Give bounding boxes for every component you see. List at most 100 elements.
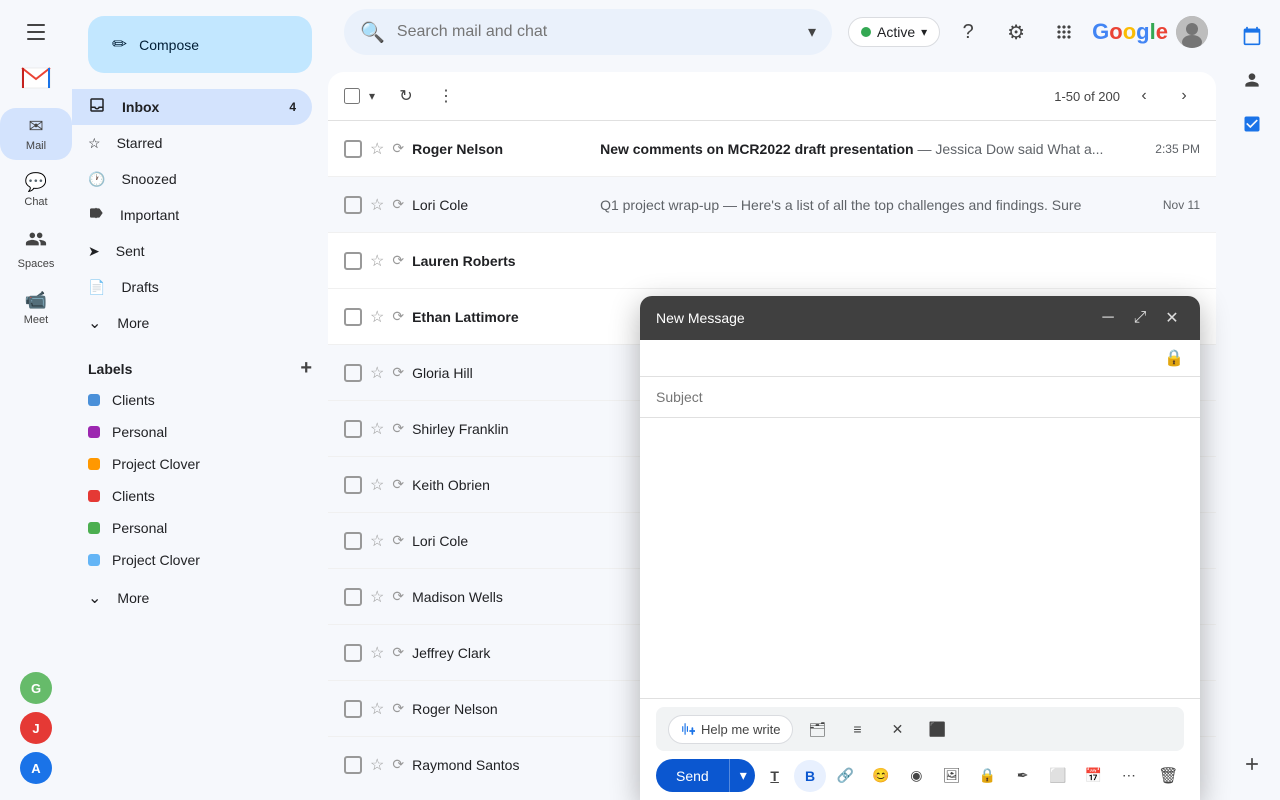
help-me-write-button[interactable]: Help me write [668, 715, 793, 744]
image-button[interactable]: 🖼 [936, 760, 967, 792]
compose-ai-discard-button[interactable]: ✕ [881, 713, 913, 745]
row-checkbox[interactable] [344, 196, 362, 214]
snooze-icon[interactable]: ⟳ [392, 364, 404, 381]
snooze-icon[interactable]: ⟳ [392, 420, 404, 437]
add-label-button[interactable]: + [300, 357, 312, 380]
star-icon[interactable]: ☆ [370, 699, 384, 719]
search-dropdown-icon[interactable]: ▾ [808, 22, 816, 42]
nav-item-starred[interactable]: ☆ Starred [72, 125, 312, 161]
row-checkbox[interactable] [344, 700, 362, 718]
row-checkbox[interactable] [344, 308, 362, 326]
row-checkbox[interactable] [344, 588, 362, 606]
snooze-icon[interactable]: ⟳ [392, 644, 404, 661]
table-row[interactable]: ☆ ⟳ Lauren Roberts [328, 233, 1216, 289]
row-checkbox[interactable] [344, 644, 362, 662]
snooze-icon[interactable]: ⟳ [392, 140, 404, 157]
table-row[interactable]: ☆ ⟳ Lori Cole Q1 project wrap-up — Here'… [328, 177, 1216, 233]
row-checkbox[interactable] [344, 252, 362, 270]
nav-item-important[interactable]: Important [72, 197, 312, 233]
star-icon[interactable]: ☆ [370, 251, 384, 271]
settings-button[interactable]: ⚙ [996, 12, 1036, 52]
send-button[interactable]: Send [656, 760, 729, 792]
compose-button[interactable]: ✏ Compose [88, 16, 312, 73]
help-button[interactable]: ? [948, 12, 988, 52]
nav-item-labels-more[interactable]: ⌄ More [72, 580, 312, 616]
snooze-icon[interactable]: ⟳ [392, 252, 404, 269]
label-item-clients2[interactable]: Clients [72, 480, 312, 512]
signature-button[interactable]: ✒ [1007, 760, 1038, 792]
contacts-button[interactable] [1232, 60, 1272, 100]
row-checkbox[interactable] [344, 756, 362, 774]
drive-button[interactable]: ◉ [901, 760, 932, 792]
delete-compose-button[interactable]: 🗑 [1153, 760, 1184, 792]
row-checkbox[interactable] [344, 532, 362, 550]
user-avatar-2[interactable]: J [20, 712, 52, 744]
nav-item-more[interactable]: ⌄ More [72, 305, 312, 341]
nav-item-sent[interactable]: ➤ Sent [72, 233, 312, 269]
user-avatar-3[interactable]: A [20, 752, 52, 784]
snooze-icon[interactable]: ⟳ [392, 588, 404, 605]
nav-item-drafts[interactable]: 📄 Drafts [72, 269, 312, 305]
star-icon[interactable]: ☆ [370, 419, 384, 439]
bold-button[interactable]: B [794, 760, 825, 792]
search-input[interactable] [397, 23, 796, 41]
star-icon[interactable]: ☆ [370, 307, 384, 327]
star-icon[interactable]: ☆ [370, 643, 384, 663]
label-item-project-clover1[interactable]: Project Clover [72, 448, 312, 480]
snooze-icon[interactable]: ⟳ [392, 756, 404, 773]
snooze-icon[interactable]: ⟳ [392, 700, 404, 717]
row-checkbox[interactable] [344, 420, 362, 438]
sidebar-item-spaces[interactable]: Spaces [0, 220, 72, 278]
compose-ai-save-button[interactable]: 🗂 [801, 713, 833, 745]
snooze-icon[interactable]: ⟳ [392, 308, 404, 325]
label-item-clients1[interactable]: Clients [72, 384, 312, 416]
select-all-checkbox[interactable] [344, 88, 360, 104]
compose-minimize-button[interactable]: ─ [1096, 306, 1120, 330]
compose-close-button[interactable]: ✕ [1160, 306, 1184, 330]
sidebar-item-chat[interactable]: 💬 Chat [0, 164, 72, 216]
select-dropdown-button[interactable]: ▾ [362, 80, 382, 112]
user-avatar-main[interactable] [1176, 16, 1208, 48]
label-item-project-clover2[interactable]: Project Clover [72, 544, 312, 576]
more-actions-button[interactable]: ⋮ [430, 80, 462, 112]
calendar-button[interactable] [1232, 16, 1272, 56]
snooze-icon[interactable]: ⟳ [392, 476, 404, 493]
apps-button[interactable] [1044, 12, 1084, 52]
schedule-button[interactable]: 📅 [1078, 760, 1109, 792]
compose-to-input[interactable]: jobs@diffusion-studios.com [656, 350, 1156, 366]
star-icon[interactable]: ☆ [370, 139, 384, 159]
format-text-button[interactable]: T [759, 760, 790, 792]
row-checkbox[interactable] [344, 364, 362, 382]
snooze-icon[interactable]: ⟳ [392, 532, 404, 549]
nav-item-snoozed[interactable]: 🕐 Snoozed [72, 161, 312, 197]
compose-subject-input[interactable] [656, 385, 1184, 409]
hamburger-menu[interactable] [12, 8, 60, 56]
label-item-personal1[interactable]: Personal [72, 416, 312, 448]
table-row[interactable]: ☆ ⟳ Roger Nelson New comments on MCR2022… [328, 121, 1216, 177]
add-app-button[interactable] [1232, 744, 1272, 784]
active-status-badge[interactable]: Active ▾ [848, 17, 940, 47]
refresh-button[interactable]: ↻ [390, 80, 422, 112]
send-dropdown-button[interactable]: ▾ [729, 759, 755, 792]
more-compose-options-button[interactable]: ⋯ [1113, 760, 1144, 792]
sidebar-item-mail[interactable]: ✉ Mail [0, 108, 72, 160]
star-icon[interactable]: ☆ [370, 475, 384, 495]
star-icon[interactable]: ☆ [370, 195, 384, 215]
user-avatar-1[interactable]: G [20, 672, 52, 704]
label-item-personal2[interactable]: Personal [72, 512, 312, 544]
row-checkbox[interactable] [344, 476, 362, 494]
compose-body[interactable] [640, 418, 1200, 698]
template-button[interactable]: ⬜ [1042, 760, 1073, 792]
link-button[interactable]: 🔗 [830, 760, 861, 792]
next-page-button[interactable]: › [1168, 80, 1200, 112]
star-icon[interactable]: ☆ [370, 363, 384, 383]
nav-item-inbox[interactable]: Inbox 4 [72, 89, 312, 125]
compose-expand-button[interactable]: ⤢ [1128, 306, 1152, 330]
star-icon[interactable]: ☆ [370, 531, 384, 551]
star-icon[interactable]: ☆ [370, 587, 384, 607]
star-icon[interactable]: ☆ [370, 755, 384, 775]
compose-header[interactable]: New Message ─ ⤢ ✕ [640, 296, 1200, 340]
sidebar-item-meet[interactable]: 📹 Meet [0, 282, 72, 334]
tasks-button[interactable] [1232, 104, 1272, 144]
compose-ai-expand-button[interactable]: ⬛ [921, 713, 953, 745]
